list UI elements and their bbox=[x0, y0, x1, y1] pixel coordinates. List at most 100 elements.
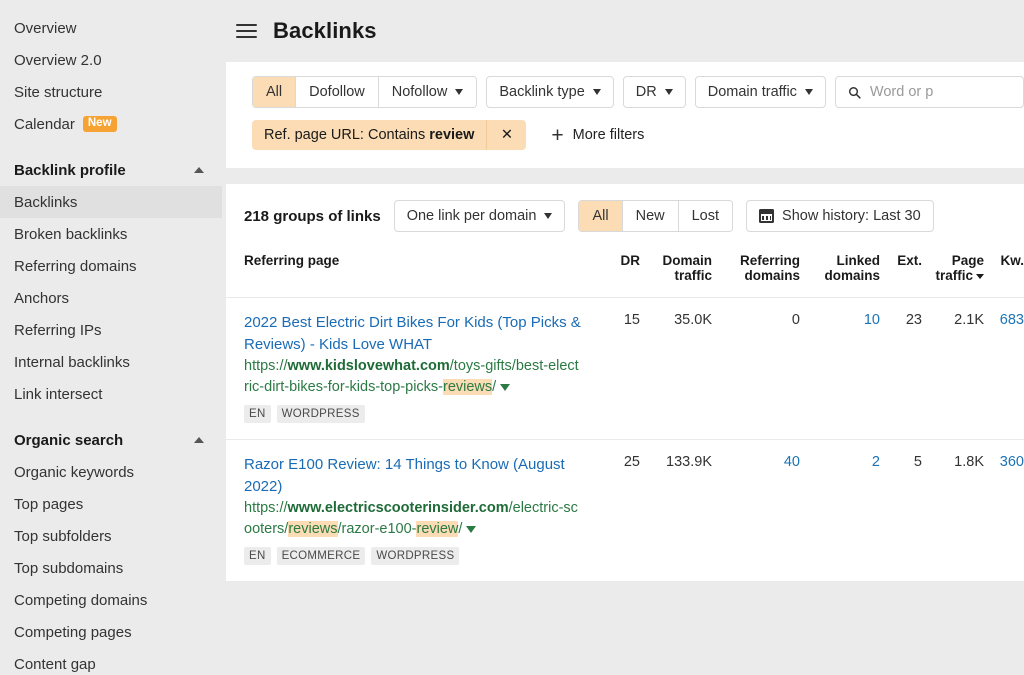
sidebar-item-referring-ips[interactable]: Referring IPs bbox=[0, 314, 222, 346]
show-history-button[interactable]: Show history: Last 30 bbox=[746, 200, 934, 232]
sidebar-item-backlinks[interactable]: Backlinks bbox=[0, 186, 222, 218]
results-panel: 218 groups of links One link per domain … bbox=[226, 184, 1024, 582]
sidebar-item-label: Overview bbox=[14, 20, 77, 37]
col-dr[interactable]: DR bbox=[596, 247, 640, 298]
expand-url-icon[interactable] bbox=[466, 526, 476, 533]
sidebar-item-link-intersect[interactable]: Link intersect bbox=[0, 378, 222, 410]
sidebar-item-top-subfolders[interactable]: Top subfolders bbox=[0, 520, 222, 552]
tag-badge: ECOMMERCE bbox=[277, 547, 366, 565]
backlink-type-dropdown[interactable]: Backlink type bbox=[486, 76, 613, 108]
sidebar-item-competing-domains[interactable]: Competing domains bbox=[0, 584, 222, 616]
search-box[interactable] bbox=[835, 76, 1024, 108]
col-ext[interactable]: Ext. bbox=[880, 247, 922, 298]
referring-domains-value-cell: 0 bbox=[712, 298, 800, 440]
menu-icon[interactable] bbox=[236, 24, 257, 39]
sidebar-item-internal-backlinks[interactable]: Internal backlinks bbox=[0, 346, 222, 378]
filter-dofollow[interactable]: Dofollow bbox=[295, 77, 378, 107]
referring-domains-value-cell: 40 bbox=[712, 440, 800, 582]
filter-all[interactable]: All bbox=[253, 77, 295, 107]
grouping-dropdown[interactable]: One link per domain bbox=[394, 200, 566, 232]
sidebar-item-top-subdomains[interactable]: Top subdomains bbox=[0, 552, 222, 584]
state-new[interactable]: New bbox=[622, 201, 678, 231]
url-part: / bbox=[458, 521, 462, 537]
sidebar-item-competing-pages[interactable]: Competing pages bbox=[0, 616, 222, 648]
filter-nofollow[interactable]: Nofollow bbox=[378, 77, 477, 107]
referring-page-cell: Razor E100 Review: 14 Things to Know (Au… bbox=[226, 440, 596, 582]
sidebar-item-label: Top subdomains bbox=[14, 560, 123, 577]
sidebar-item-content-gap[interactable]: Content gap bbox=[0, 648, 222, 675]
top-bar: Backlinks bbox=[222, 0, 1024, 62]
backlinks-table: Referring page DR Domain traffic Referri… bbox=[226, 247, 1024, 582]
linked-domains-value[interactable]: 10 bbox=[864, 312, 880, 328]
url-part: https:// bbox=[244, 358, 288, 374]
state-lost[interactable]: Lost bbox=[678, 201, 732, 231]
dr-value-cell: 25 bbox=[596, 440, 640, 582]
chevron-down-icon bbox=[665, 89, 673, 95]
state-all[interactable]: All bbox=[579, 201, 621, 231]
search-input[interactable] bbox=[870, 84, 1011, 100]
sidebar-item-label: Top pages bbox=[14, 496, 83, 513]
col-page-traffic[interactable]: Page traffic bbox=[922, 247, 984, 298]
page-traffic-value: 1.8K bbox=[954, 454, 984, 470]
kw-value-cell: 360 bbox=[984, 440, 1024, 582]
referring-page-cell: 2022 Best Electric Dirt Bikes For Kids (… bbox=[226, 298, 596, 440]
kw-value[interactable]: 683 bbox=[1000, 312, 1024, 328]
tag-badge: WORDPRESS bbox=[277, 405, 365, 423]
sidebar-item-top-pages[interactable]: Top pages bbox=[0, 488, 222, 520]
sidebar-item-broken-backlinks[interactable]: Broken backlinks bbox=[0, 218, 222, 250]
sidebar-item-overview[interactable]: Overview bbox=[0, 12, 222, 44]
sidebar-group-organic-search[interactable]: Organic search bbox=[0, 424, 222, 456]
tag-badge: WORDPRESS bbox=[371, 547, 459, 565]
sidebar-item-anchors[interactable]: Anchors bbox=[0, 282, 222, 314]
sidebar-item-organic-keywords[interactable]: Organic keywords bbox=[0, 456, 222, 488]
follow-type-segment: All Dofollow Nofollow bbox=[252, 76, 477, 108]
sidebar-item-calendar[interactable]: CalendarNew bbox=[0, 108, 222, 140]
col-referring-page[interactable]: Referring page bbox=[226, 247, 596, 298]
link-state-segment: All New Lost bbox=[578, 200, 733, 232]
sidebar: OverviewOverview 2.0Site structureCalend… bbox=[0, 0, 222, 675]
sidebar-item-label: Backlinks bbox=[14, 194, 77, 211]
url-part: www.electricscooterinsider.com bbox=[288, 500, 509, 516]
referring-domains-value[interactable]: 40 bbox=[784, 454, 800, 470]
referring-page-title[interactable]: Razor E100 Review: 14 Things to Know (Au… bbox=[244, 454, 582, 497]
app-root: OverviewOverview 2.0Site structureCalend… bbox=[0, 0, 1024, 675]
referring-page-title[interactable]: 2022 Best Electric Dirt Bikes For Kids (… bbox=[244, 312, 582, 355]
chevron-up-icon bbox=[194, 437, 204, 443]
domain-traffic-dropdown[interactable]: Domain traffic bbox=[695, 76, 826, 108]
sidebar-group-label: Backlink profile bbox=[14, 162, 126, 179]
kw-value-cell: 683 bbox=[984, 298, 1024, 440]
url-part: www.kidslovewhat.com bbox=[288, 358, 450, 374]
linked-domains-value[interactable]: 2 bbox=[872, 454, 880, 470]
sidebar-item-overview-2-0[interactable]: Overview 2.0 bbox=[0, 44, 222, 76]
sidebar-group-backlink-profile[interactable]: Backlink profile bbox=[0, 154, 222, 186]
sidebar-item-label: Calendar bbox=[14, 116, 75, 133]
expand-url-icon[interactable] bbox=[500, 384, 510, 391]
filters-panel: All Dofollow Nofollow Backlink type DR bbox=[226, 62, 1024, 168]
kw-value[interactable]: 360 bbox=[1000, 454, 1024, 470]
sidebar-item-referring-domains[interactable]: Referring domains bbox=[0, 250, 222, 282]
more-filters-button[interactable]: + More filters bbox=[551, 125, 644, 146]
col-kw[interactable]: Kw. bbox=[984, 247, 1024, 298]
close-icon[interactable]: ✕ bbox=[486, 120, 526, 150]
linked-domains-value-cell: 2 bbox=[800, 440, 880, 582]
sidebar-item-site-structure[interactable]: Site structure bbox=[0, 76, 222, 108]
ext-value: 5 bbox=[914, 454, 922, 470]
sidebar-item-label: Link intersect bbox=[14, 386, 102, 403]
col-referring-domains[interactable]: Referring domains bbox=[712, 247, 800, 298]
sidebar-item-label: Referring IPs bbox=[14, 322, 102, 339]
ext-value: 23 bbox=[906, 312, 922, 328]
referring-page-url[interactable]: https://www.electricscooterinsider.com/e… bbox=[244, 498, 582, 540]
referring-domains-value: 0 bbox=[792, 312, 800, 328]
search-icon bbox=[848, 85, 861, 100]
col-domain-traffic[interactable]: Domain traffic bbox=[640, 247, 712, 298]
active-filter-chip[interactable]: Ref. page URL: Contains review ✕ bbox=[252, 120, 526, 150]
dr-dropdown[interactable]: DR bbox=[623, 76, 686, 108]
sidebar-group-label: Organic search bbox=[14, 432, 123, 449]
url-part: reviews bbox=[288, 521, 337, 537]
linked-domains-value-cell: 10 bbox=[800, 298, 880, 440]
sidebar-item-label: Overview 2.0 bbox=[14, 52, 102, 69]
col-linked-domains[interactable]: Linked domains bbox=[800, 247, 880, 298]
referring-page-url[interactable]: https://www.kidslovewhat.com/toys-gifts/… bbox=[244, 356, 582, 398]
chevron-down-icon bbox=[544, 213, 552, 219]
dr-value: 15 bbox=[624, 312, 640, 328]
